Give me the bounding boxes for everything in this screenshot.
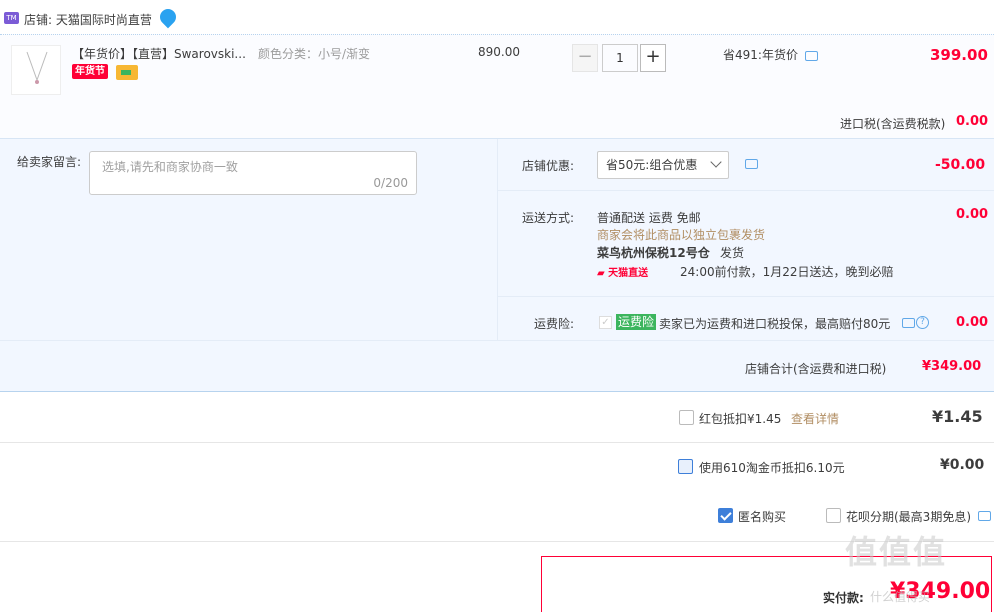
item-subtotal: 399.00 <box>930 46 988 64</box>
wangwang-chat-icon[interactable] <box>156 5 180 29</box>
anonymous-checkbox[interactable] <box>718 508 733 523</box>
red-packet-label: 红包抵扣¥1.45 <box>699 412 782 426</box>
credit-card-icon <box>116 65 138 80</box>
quantity-minus-button[interactable]: − <box>572 44 598 72</box>
shop-name[interactable]: 店铺: 天猫国际时尚直营 <box>24 11 152 28</box>
product-thumbnail[interactable] <box>11 45 61 95</box>
huabei-checkbox[interactable] <box>826 508 841 523</box>
order-options-panel: 给卖家留言: 选填,请先和商家协商一致 0/200 店铺优惠: 省50元:组合优… <box>0 138 994 341</box>
pay-label: 实付款: <box>823 591 864 605</box>
message-label: 给卖家留言: <box>17 155 82 169</box>
red-packet-checkbox[interactable] <box>679 410 694 425</box>
discount-select[interactable]: 省50元:组合优惠 <box>597 151 729 179</box>
product-spec: 颜色分类：小号/渐变 <box>258 47 371 61</box>
shipping-note: 商家会将此商品以独立包裹发货 <box>597 228 766 242</box>
comment-icon[interactable] <box>745 159 758 169</box>
anonymous-label: 匿名购买 <box>738 510 787 524</box>
insurance-badge: 运费险 <box>616 314 657 330</box>
warehouse-name: 菜鸟杭州保税12号仓 <box>597 246 710 260</box>
shop-total-row: 店铺合计(含运费和进口税) ¥349.00 <box>0 340 994 392</box>
taojinbi-row: 使用610淘金币抵扣6.10元 ¥0.00 <box>0 443 994 493</box>
taojinbi-label: 使用610淘金币抵扣6.10元 <box>699 461 845 475</box>
insurance-checkbox[interactable]: ✓ <box>599 316 612 329</box>
insurance-value: 0.00 <box>956 315 989 330</box>
insurance-label: 运费险: <box>534 317 575 331</box>
message-input[interactable]: 选填,请先和商家协商一致 0/200 <box>89 151 417 195</box>
tmall-shop-icon: TM <box>4 12 19 24</box>
right-options: 店铺优惠: 省50元:组合优惠 -50.00 运送方式: 普通配送 运费 免邮 … <box>497 139 994 341</box>
ship-from-text: 发货 <box>720 246 745 260</box>
shipping-label: 运送方式: <box>522 211 575 225</box>
new-year-badge: 年货节 <box>72 64 108 79</box>
tmall-direct-logo: ▰ 天猫直送 <box>597 268 649 279</box>
huabei-label: 花呗分期(最高3期免息) <box>846 510 971 524</box>
order-item-row: 【年货价】【直营】Swarovski... 颜色分类：小号/渐变 年货节 890… <box>0 34 994 138</box>
taojinbi-checkbox[interactable] <box>678 459 693 474</box>
quantity-stepper: − 1 + <box>572 44 668 72</box>
unit-price: 890.00 <box>478 45 520 59</box>
taojinbi-value: ¥0.00 <box>940 457 985 473</box>
discount-row: 店铺优惠: 省50元:组合优惠 -50.00 <box>498 139 994 191</box>
insurance-text: 卖家已为运费和进口税投保，最高赔付80元 <box>659 317 891 331</box>
comment-icon[interactable] <box>902 318 915 328</box>
delivery-promise: 24:00前付款，1月22日送达，晚到必赔 <box>680 265 894 279</box>
shop-header: TM 店铺: 天猫国际时尚直营 <box>0 0 994 34</box>
import-tax-value: 0.00 <box>956 114 989 129</box>
product-title[interactable]: 【年货价】【直营】Swarovski... <box>72 45 246 62</box>
shop-total-value: ¥349.00 <box>922 359 982 374</box>
quantity-plus-button[interactable]: + <box>640 44 666 72</box>
necklace-icon <box>26 51 48 84</box>
promo-text: 省491:年货价 <box>723 48 798 62</box>
shop-total-label: 店铺合计(含运费和进口税) <box>745 362 887 376</box>
discount-selected: 省50元:组合优惠 <box>606 158 698 172</box>
red-packet-row: 红包抵扣¥1.45 查看详情 ¥1.45 <box>0 393 994 443</box>
comment-icon[interactable] <box>978 511 991 521</box>
red-packet-value: ¥1.45 <box>932 407 983 426</box>
shipping-method: 普通配送 运费 免邮 <box>597 211 701 225</box>
message-placeholder: 选填,请先和商家协商一致 <box>102 160 238 174</box>
quantity-input[interactable]: 1 <box>602 44 638 72</box>
discount-value: -50.00 <box>935 157 986 173</box>
watermark-logo: 值值值 <box>845 533 948 571</box>
help-icon[interactable]: ? <box>916 316 929 329</box>
tmall-direct-text: 天猫直送 <box>608 268 649 279</box>
watermark-text: 什么值得买 <box>870 590 931 604</box>
insurance-row: 运费险: ✓ 运费险 卖家已为运费和进口税投保，最高赔付80元 ? 0.00 <box>498 297 994 341</box>
chevron-down-icon <box>710 156 722 168</box>
shipping-row: 运送方式: 普通配送 运费 免邮 商家会将此商品以独立包裹发货 菜鸟杭州保税12… <box>498 191 994 297</box>
import-tax-label: 进口税(含运费税款) <box>840 117 946 131</box>
comment-icon[interactable] <box>805 51 818 61</box>
discount-label: 店铺优惠: <box>522 159 575 173</box>
shipping-value: 0.00 <box>956 207 989 222</box>
message-counter: 0/200 <box>373 176 408 190</box>
red-packet-detail-link[interactable]: 查看详情 <box>791 410 839 427</box>
